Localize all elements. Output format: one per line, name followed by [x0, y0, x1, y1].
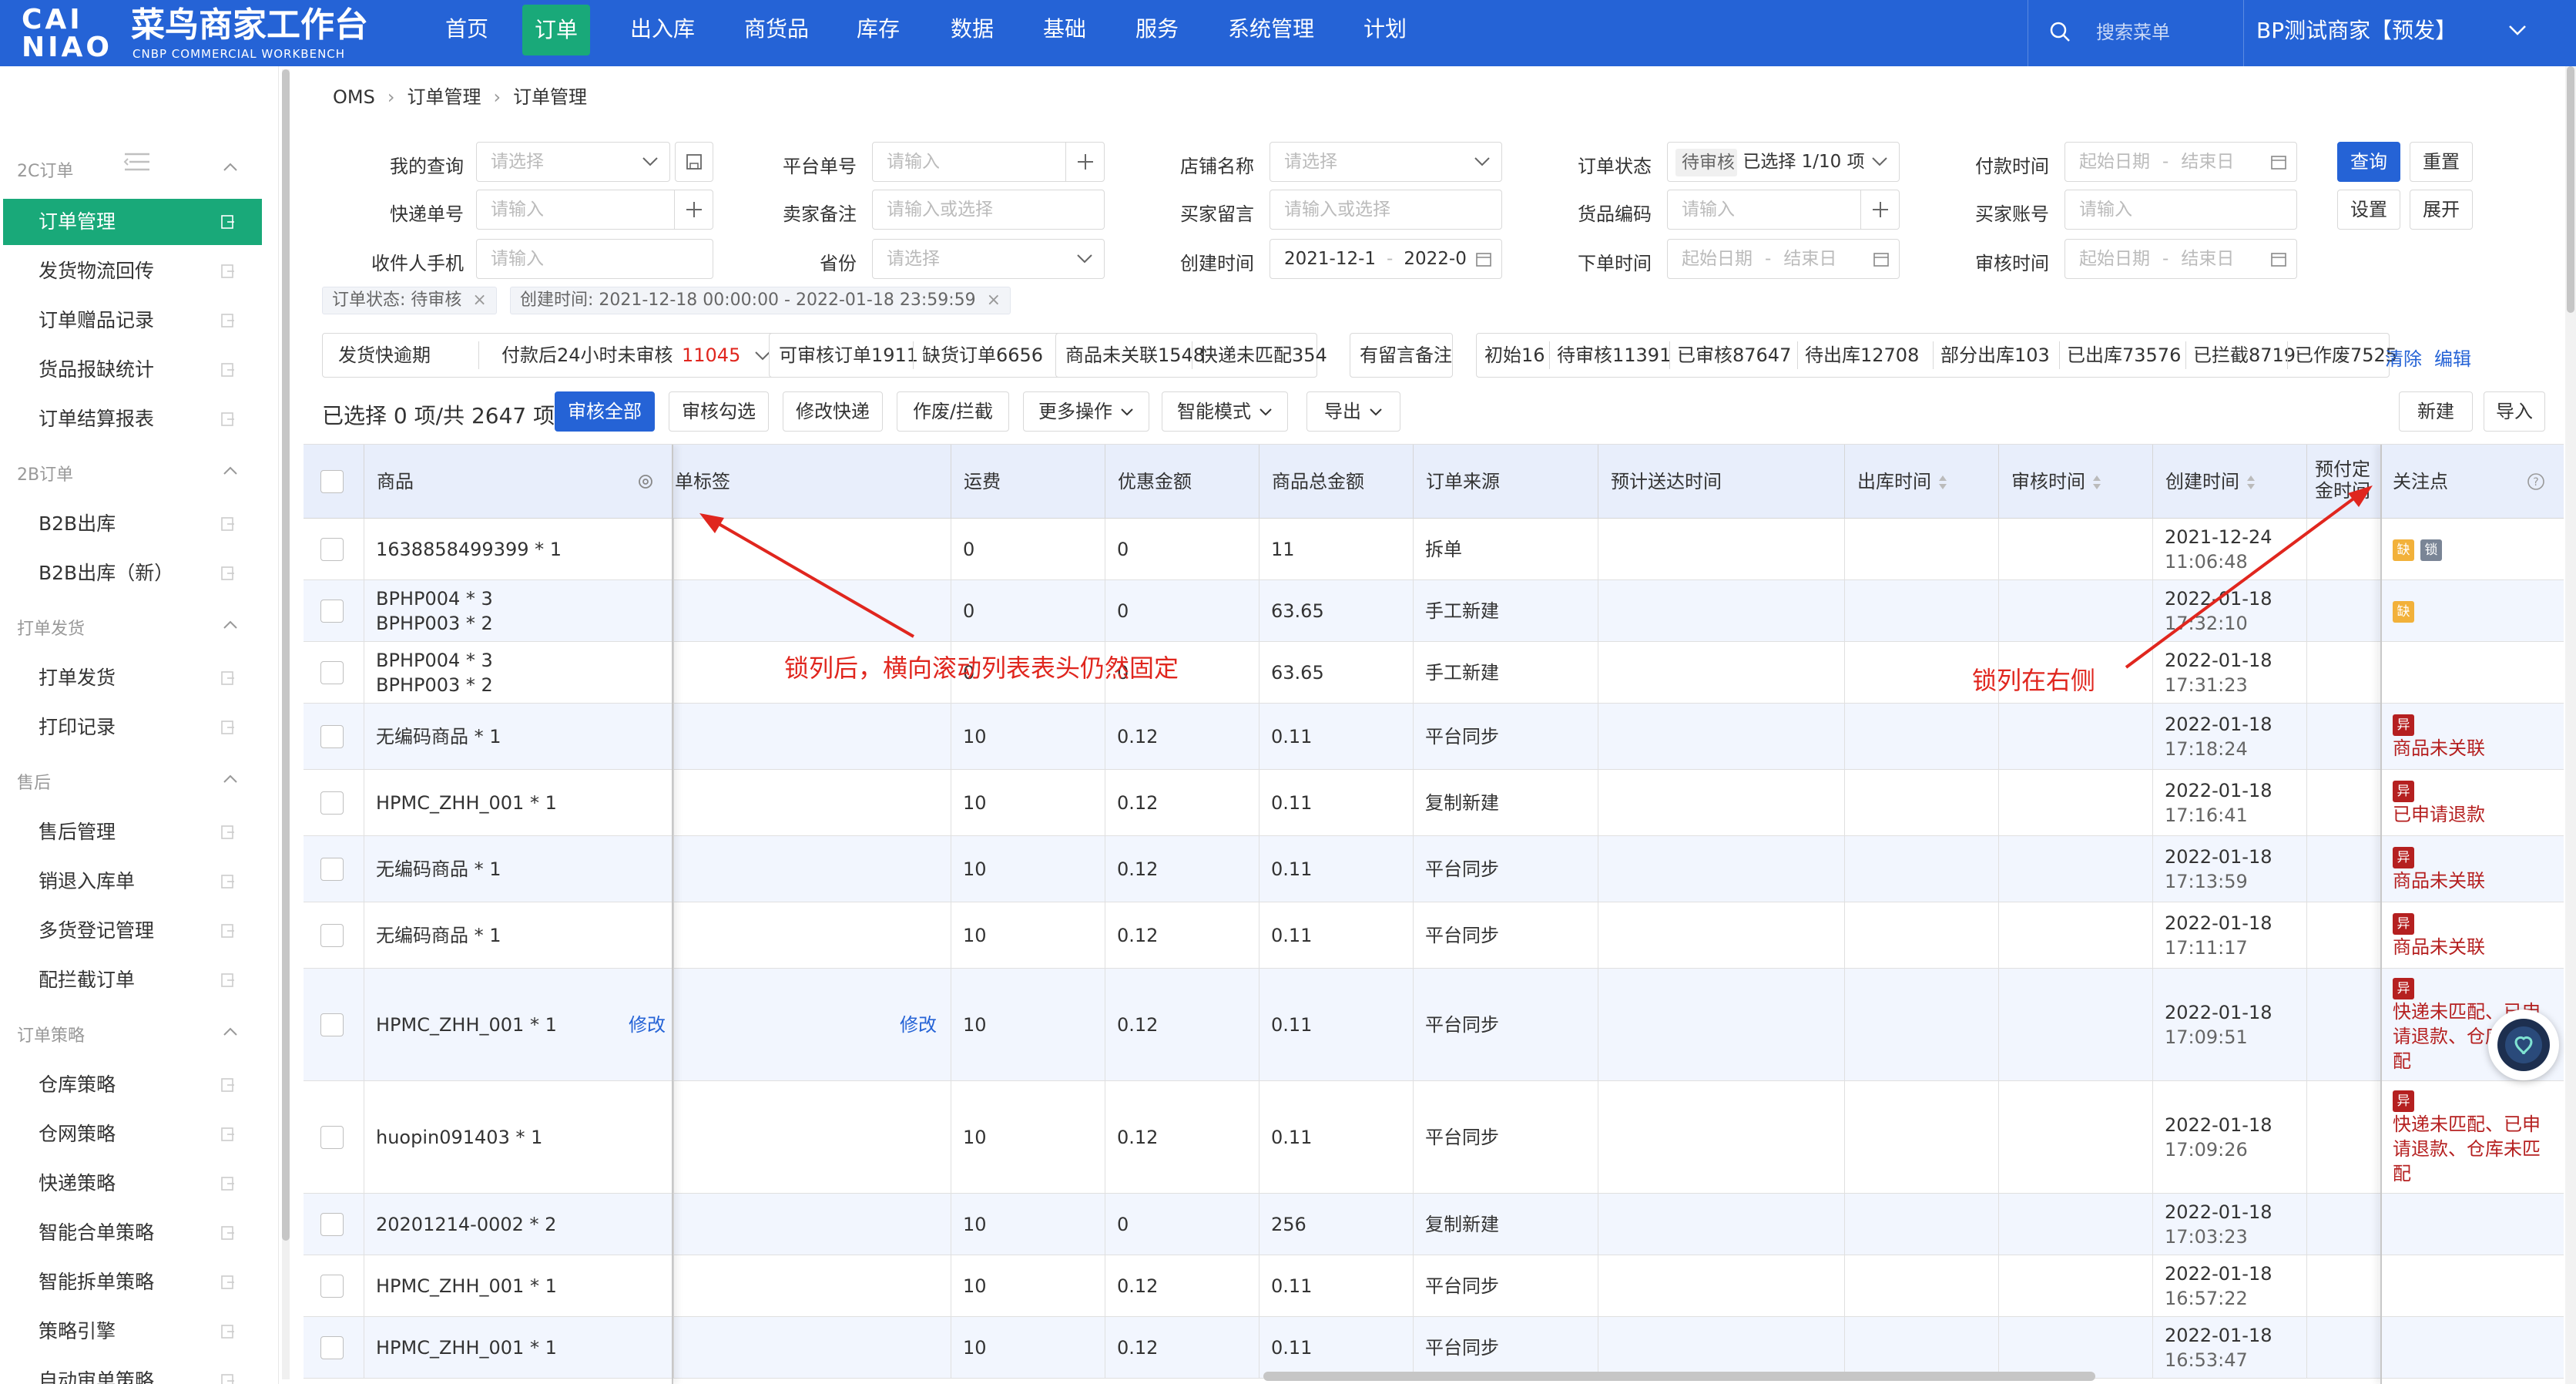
annotation-left: 锁列后，横向滚动列表表头仍然固定	[784, 653, 1179, 683]
page-scrollbar[interactable]	[2565, 66, 2576, 1384]
horizontal-scrollbar[interactable]	[1263, 1372, 2095, 1381]
assistant-robot-icon[interactable]	[2488, 1009, 2559, 1080]
annotation-arrows	[699, 485, 2373, 669]
annotation-right: 锁列在右侧	[1972, 666, 2096, 695]
